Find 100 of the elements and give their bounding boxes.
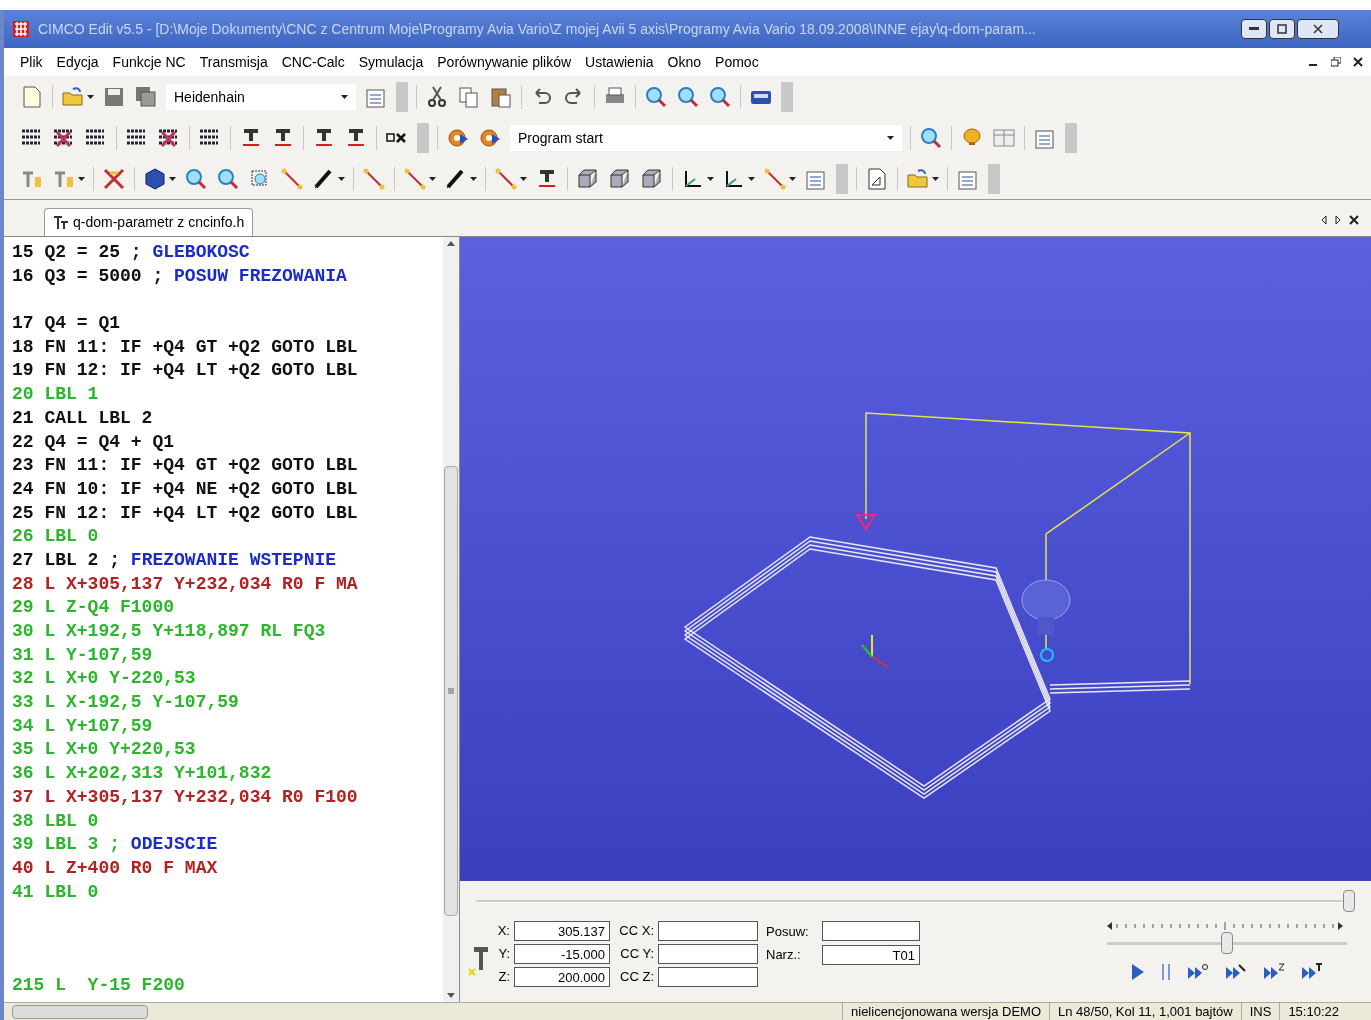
menu-item[interactable]: Porównywanie plików bbox=[437, 51, 572, 73]
close-icon bbox=[1313, 24, 1323, 34]
play-icon[interactable] bbox=[1131, 963, 1145, 981]
code-line: 37 L X+305,137 Y+232,034 R0 F100 bbox=[12, 785, 359, 809]
menu-item[interactable]: CNC-Calc bbox=[281, 51, 345, 73]
cut-icon[interactable] bbox=[425, 85, 449, 109]
step-search-icon[interactable] bbox=[1225, 963, 1247, 981]
status-text: nielicencjonowana wersja DEMO bbox=[842, 1003, 1050, 1020]
find-previous-icon[interactable] bbox=[708, 85, 732, 109]
open-folder-icon[interactable] bbox=[906, 166, 930, 191]
code-line: 30 L X+192,5 Y+118,897 RL FQ3 bbox=[12, 620, 327, 643]
dropdown-arrow-icon[interactable] bbox=[341, 95, 348, 99]
code-line: 41 LBL 0 bbox=[12, 880, 100, 904]
slider-thumb[interactable] bbox=[1343, 890, 1355, 912]
window-title: CIMCO Edit v5.5 - [D:\Moje Dokumenty\CNC z Centrum Moje\Programy Avia Vario\Z mojej Avii 5 axis\Programy Avia Vario 18.09.2008\INNE ejay\q-dom-param... bbox=[38, 19, 1037, 39]
sheet-icon[interactable] bbox=[865, 166, 889, 191]
dropdown-arrow-icon[interactable] bbox=[87, 95, 94, 99]
scroll-down-icon[interactable] bbox=[447, 993, 455, 998]
slider-thumb[interactable] bbox=[1221, 932, 1233, 954]
restore-icon[interactable] bbox=[1331, 57, 1341, 67]
line-icon[interactable] bbox=[362, 166, 386, 191]
save-all-icon[interactable] bbox=[134, 85, 158, 109]
solid-icon[interactable] bbox=[576, 166, 600, 191]
code-line: 22 Q4 = Q4 + Q1 bbox=[12, 430, 176, 454]
horizontal-scrollbar-thumb[interactable] bbox=[12, 1004, 148, 1019]
menu-item[interactable]: Funkcje NC bbox=[112, 51, 186, 73]
zoom-out-icon[interactable] bbox=[216, 166, 240, 191]
code-line: 21 CALL LBL 2 bbox=[12, 406, 154, 430]
code-line: 27 LBL 2 ; FREZOWANIE WSTEPNIE bbox=[12, 548, 338, 572]
solid-measure-icon[interactable] bbox=[640, 166, 664, 191]
machine-dropdown[interactable]: Heidenhain bbox=[166, 84, 356, 110]
menu-item[interactable]: Okno bbox=[667, 51, 702, 73]
menu-item[interactable]: Symulacja bbox=[358, 51, 424, 73]
paste-icon[interactable] bbox=[489, 85, 513, 109]
status-text: 15:10:22 bbox=[1279, 1003, 1347, 1020]
step-tool-icon[interactable] bbox=[1301, 963, 1323, 981]
measure-icon[interactable] bbox=[280, 166, 304, 191]
dropdown-arrow-icon[interactable] bbox=[789, 176, 796, 181]
open-folder-icon[interactable] bbox=[61, 85, 85, 109]
maximize-button[interactable] bbox=[1269, 19, 1295, 39]
gear-search-icon[interactable] bbox=[919, 126, 943, 150]
dropdown-arrow-icon[interactable] bbox=[932, 176, 939, 181]
tool-label: Narz.: bbox=[766, 946, 802, 964]
code-line: 32 L X+0 Y-220,53 bbox=[12, 667, 197, 691]
dropdown-arrow-icon[interactable] bbox=[78, 176, 85, 181]
tool-icon bbox=[53, 214, 69, 231]
scroll-up-icon[interactable] bbox=[447, 241, 455, 246]
code-line: 31 L Y-107,59 bbox=[12, 643, 154, 667]
close-icon[interactable] bbox=[1353, 57, 1363, 67]
menu-item[interactable]: Transmisja bbox=[199, 51, 268, 73]
gear-play-icon[interactable] bbox=[446, 126, 470, 150]
branch-icon[interactable] bbox=[494, 166, 518, 191]
dropdown-arrow-icon[interactable] bbox=[470, 176, 477, 181]
scroll-right-icon[interactable] bbox=[1335, 215, 1341, 225]
close-button[interactable] bbox=[1297, 19, 1339, 39]
feed-field[interactable] bbox=[822, 921, 920, 942]
minimize-button[interactable] bbox=[1241, 19, 1267, 39]
dropdown-arrow-icon[interactable] bbox=[887, 136, 894, 140]
code-line: 18 FN 11: IF +Q4 GT +Q2 GOTO LBL bbox=[12, 335, 359, 359]
solid-search-icon[interactable] bbox=[608, 166, 632, 191]
tool-field[interactable]: T01 bbox=[822, 944, 920, 965]
code-line: 40 L Z+400 R0 F MAX bbox=[12, 856, 219, 880]
coordinate-field[interactable]: -15.000 bbox=[514, 944, 610, 964]
dropdown-arrow-icon[interactable] bbox=[748, 176, 755, 181]
dropdown-arrow-icon[interactable] bbox=[429, 176, 436, 181]
polyline-icon[interactable] bbox=[403, 166, 427, 191]
dropdown-arrow-icon[interactable] bbox=[169, 176, 176, 181]
toolpath-icon[interactable] bbox=[763, 166, 787, 191]
code-line: 215 L Y-15 F200 bbox=[12, 974, 186, 998]
close-icon[interactable] bbox=[1349, 215, 1359, 225]
coordinate-field[interactable]: 305.137 bbox=[514, 921, 610, 941]
file-tab[interactable]: q-dom-parametr z cncinfo.h bbox=[44, 208, 254, 236]
menu-item[interactable]: Pomoc bbox=[715, 51, 759, 73]
cc-field[interactable] bbox=[658, 921, 758, 941]
code-line: 34 L Y+107,59 bbox=[12, 714, 154, 738]
speed-slider[interactable] bbox=[1107, 931, 1347, 955]
app-logo-icon bbox=[12, 20, 30, 38]
coordinate-field[interactable]: 200.000 bbox=[514, 967, 610, 987]
dropdown-arrow-icon[interactable] bbox=[338, 176, 345, 181]
step-forward-icon[interactable] bbox=[1187, 963, 1209, 981]
gear-icon[interactable] bbox=[478, 126, 502, 150]
save-icon[interactable] bbox=[102, 85, 126, 109]
status-text: Ln 48/50, Kol 11, 1,001 bajtów bbox=[1049, 1003, 1241, 1020]
menu-item[interactable]: Ustawienia bbox=[585, 51, 654, 73]
cc-field[interactable] bbox=[658, 944, 758, 964]
menu-item[interactable]: Plik bbox=[20, 51, 43, 73]
cc-field[interactable] bbox=[658, 967, 758, 987]
program-dropdown[interactable]: Program start bbox=[510, 125, 902, 151]
find-next-icon[interactable] bbox=[676, 85, 700, 109]
cube-icon[interactable] bbox=[143, 166, 167, 191]
progress-slider[interactable] bbox=[476, 889, 1355, 913]
zoom-in-icon[interactable] bbox=[184, 166, 208, 191]
dropdown-arrow-icon[interactable] bbox=[707, 176, 714, 181]
scroll-left-icon[interactable] bbox=[1321, 215, 1327, 225]
menu-item[interactable]: Edycja bbox=[56, 51, 99, 73]
clear-icon[interactable] bbox=[102, 166, 126, 191]
axis-label: Z: bbox=[497, 968, 510, 987]
search-icon[interactable] bbox=[644, 85, 668, 109]
dropdown-arrow-icon[interactable] bbox=[520, 176, 527, 181]
step-z-icon[interactable] bbox=[1263, 963, 1285, 981]
